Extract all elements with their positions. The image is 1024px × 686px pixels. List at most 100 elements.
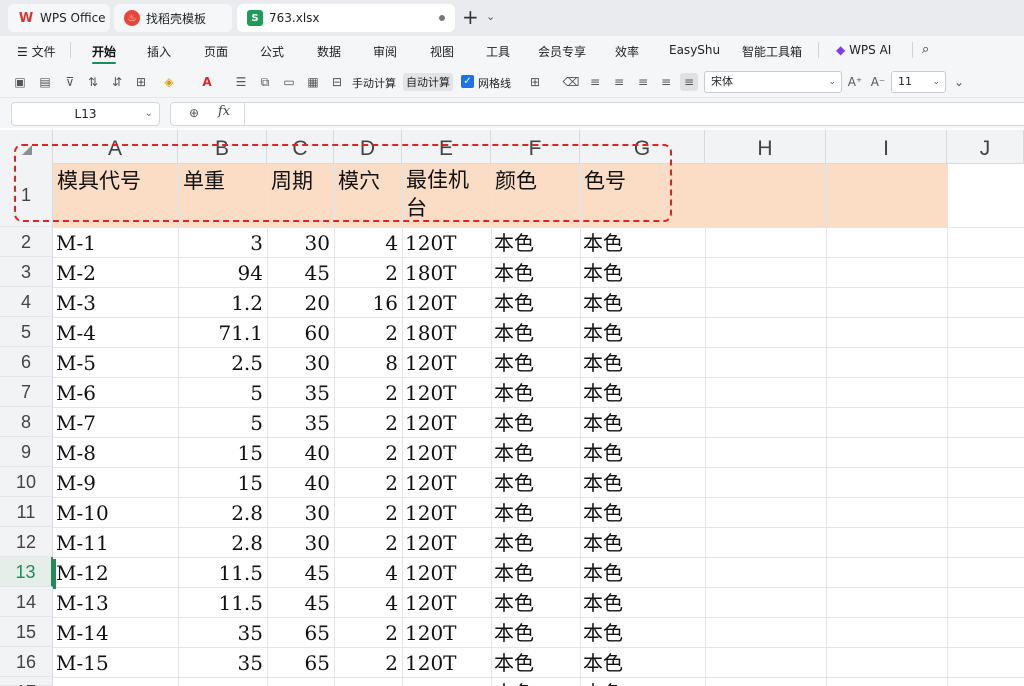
table-cell[interactable]: 2.5	[178, 347, 263, 377]
auto-calc-button[interactable]: 自动计算	[403, 73, 453, 91]
row-header-14[interactable]: 14	[0, 587, 53, 617]
table-cell[interactable]: 2.8	[178, 527, 263, 557]
menu-data[interactable]: 数据	[317, 43, 341, 60]
row-header-10[interactable]: 10	[0, 467, 53, 497]
table-cell[interactable]: 本色	[494, 677, 534, 686]
column-header-e[interactable]: E	[402, 130, 491, 164]
table-cell[interactable]: 120T	[405, 587, 494, 617]
search-icon[interactable]: ⌕	[922, 42, 929, 57]
decrease-font-icon[interactable]: A⁻	[869, 73, 887, 91]
table-cell[interactable]: 本色	[494, 647, 583, 677]
table-cell[interactable]: M-5	[56, 347, 181, 377]
table-cell[interactable]: 本色	[494, 527, 583, 557]
column-header-a[interactable]: A	[53, 130, 178, 164]
table-cell[interactable]: 本色	[583, 257, 708, 287]
clear-format-icon[interactable]: ⌫	[562, 73, 580, 91]
table-cell[interactable]: 30	[267, 347, 330, 377]
table-cell[interactable]: 180T	[405, 317, 494, 347]
paste-icon[interactable]: ▣	[11, 73, 29, 91]
table-cell[interactable]: M-13	[56, 587, 181, 617]
table-cell[interactable]: 8	[334, 347, 398, 377]
header-cell[interactable]: 颜色	[495, 164, 594, 196]
table-cell[interactable]: 本色	[583, 647, 708, 677]
row-header-2[interactable]: 2	[0, 227, 53, 257]
table-cell[interactable]: 2	[334, 317, 398, 347]
zoom-icon[interactable]: ⊕	[189, 106, 199, 120]
menu-wps-ai[interactable]: ◆ WPS AI	[836, 43, 891, 57]
row-header-1[interactable]: 1	[0, 164, 53, 227]
header-cell[interactable]: 模穴	[338, 164, 416, 196]
table-cell[interactable]: 2.8	[178, 497, 263, 527]
table-cell[interactable]: M-8	[56, 437, 181, 467]
table-cell[interactable]: 2	[334, 407, 398, 437]
table-cell[interactable]: 40	[267, 467, 330, 497]
table-cell[interactable]: M-2	[56, 257, 181, 287]
table-cell[interactable]: 30	[267, 227, 330, 257]
menu-formula[interactable]: 公式	[260, 43, 284, 60]
table-cell[interactable]: 本色	[583, 377, 708, 407]
table-cell[interactable]: 本色	[583, 467, 708, 497]
table-cell[interactable]: 65	[267, 647, 330, 677]
table-cell[interactable]: 4	[334, 227, 398, 257]
table-cell[interactable]: 本色	[494, 437, 583, 467]
table-cell[interactable]: 本色	[494, 617, 583, 647]
table-cell[interactable]: 4	[334, 587, 398, 617]
table-cell[interactable]: 120T	[405, 467, 494, 497]
column-header-j[interactable]: J	[947, 130, 1024, 164]
menu-view[interactable]: 视图	[430, 43, 454, 60]
table-cell[interactable]: 120T	[405, 617, 494, 647]
column-header-h[interactable]: H	[705, 130, 826, 164]
table-cell[interactable]: M-15	[56, 647, 181, 677]
header-cell[interactable]: 最佳机台	[406, 164, 486, 222]
table-cell[interactable]: 本色	[494, 227, 583, 257]
sort-asc-icon[interactable]: ⇅	[84, 73, 102, 91]
manual-calc-button[interactable]: 手动计算	[352, 75, 396, 91]
table-cell[interactable]: M-9	[56, 467, 181, 497]
menu-smart-toolbox[interactable]: 智能工具箱	[742, 43, 802, 60]
table-cell[interactable]: 20	[267, 287, 330, 317]
header-cell[interactable]: 单重	[183, 164, 282, 196]
tab-wps-office[interactable]: W WPS Office	[8, 4, 110, 32]
table-cell[interactable]: 本色	[583, 677, 623, 686]
row-header-16[interactable]: 16	[0, 647, 53, 677]
borders-icon[interactable]: ⊞	[132, 73, 150, 91]
gridlines-checkbox[interactable]: ✓	[461, 75, 474, 88]
table-cell[interactable]: 本色	[583, 527, 708, 557]
filter-icon[interactable]: ⊽	[61, 73, 79, 91]
menu-review[interactable]: 审阅	[373, 43, 397, 60]
table-cell[interactable]: 1.2	[178, 287, 263, 317]
table-cell[interactable]: M-11	[56, 527, 181, 557]
table-cell[interactable]: 本色	[494, 377, 583, 407]
align-left-icon[interactable]: ≡	[610, 73, 628, 91]
merge-icon[interactable]: ▭	[280, 73, 298, 91]
table-cell[interactable]: 本色	[583, 587, 708, 617]
row-header-9[interactable]: 9	[0, 437, 53, 467]
table-cell[interactable]: 94	[178, 257, 263, 287]
table-cell[interactable]: 120T	[405, 407, 494, 437]
table-cell[interactable]: 120T	[405, 287, 494, 317]
column-header-c[interactable]: C	[267, 130, 334, 164]
align-right-icon[interactable]: ≡	[657, 73, 675, 91]
table-cell[interactable]: M-10	[56, 497, 181, 527]
table-cell[interactable]: 11.5	[178, 557, 263, 587]
sort-desc-icon[interactable]: ⇵	[108, 73, 126, 91]
font-color-icon[interactable]: A	[198, 73, 216, 91]
add-tab-icon[interactable]: +	[462, 6, 479, 28]
table-cell[interactable]: 本色	[583, 437, 708, 467]
calc-icon[interactable]: ⊟	[328, 73, 346, 91]
table-cell[interactable]: 5	[178, 407, 263, 437]
table-cell[interactable]: 120T	[405, 647, 494, 677]
row-header-4[interactable]: 4	[0, 287, 53, 317]
table-cell[interactable]: 2	[334, 617, 398, 647]
table-cell[interactable]: 本色	[583, 497, 708, 527]
table-cell[interactable]: 15	[178, 467, 263, 497]
column-header-f[interactable]: F	[491, 130, 580, 164]
clipboard-icon[interactable]: ▤	[36, 73, 54, 91]
table-cell[interactable]: 120T	[405, 497, 494, 527]
row-header-8[interactable]: 8	[0, 407, 53, 437]
table-cell[interactable]: 本色	[494, 557, 583, 587]
table-cell[interactable]: 35	[178, 617, 263, 647]
table-cell[interactable]: 本色	[583, 407, 708, 437]
freeze-icon[interactable]: ▦	[304, 73, 322, 91]
table-cell[interactable]: 4	[334, 557, 398, 587]
